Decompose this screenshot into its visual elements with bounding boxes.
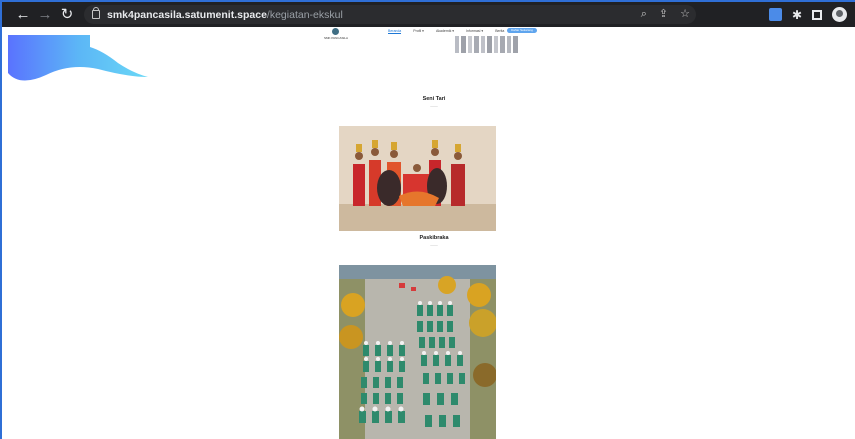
school-logo[interactable] (332, 28, 339, 35)
extension-icon[interactable] (769, 8, 782, 21)
url-host: smk4pancasila.satumenit.space (107, 8, 267, 21)
back-arrow-icon[interactable]: ← (12, 2, 34, 27)
web-page: SMK PANCASILA Beranda Profil ▾ Akademik … (2, 27, 855, 439)
menu-item-beranda[interactable]: Beranda (388, 29, 402, 34)
section-subtitle: ——— (430, 105, 438, 108)
menu-item-akademik[interactable]: Akademik ▾ (436, 29, 454, 34)
register-button[interactable]: Daftar Sekarang (507, 28, 537, 33)
dance-photo (339, 126, 496, 231)
browser-toolbar: ← → ↻ smk4pancasila.satumenit.space/kegi… (2, 2, 855, 27)
previous-activity-photo (453, 36, 523, 54)
logo-text: SMK PANCASILA (324, 36, 348, 40)
menu-item-profil[interactable]: Profil ▾ (413, 29, 424, 34)
paskibraka-photo (339, 265, 496, 439)
section-title-seni-tari: Seni Tari (422, 96, 446, 102)
share-icon[interactable]: ⇪ (659, 5, 668, 24)
puzzle-icon[interactable]: ✱ (792, 8, 802, 22)
address-bar[interactable]: smk4pancasila.satumenit.space/kegiatan-e… (84, 5, 696, 24)
forward-arrow-icon[interactable]: → (34, 2, 56, 27)
section-subtitle: ——— (430, 244, 438, 247)
section-title-paskibraka: Paskibraka (419, 235, 449, 241)
reload-icon[interactable]: ↻ (56, 2, 78, 27)
main-menu: Beranda Profil ▾ Akademik ▾ Informasi ▾ … (388, 29, 504, 34)
menu-item-berita[interactable]: Berita (495, 29, 504, 34)
decorative-wave (8, 35, 148, 81)
star-icon[interactable]: ☆ (680, 5, 690, 24)
site-header: SMK PANCASILA Beranda Profil ▾ Akademik … (2, 27, 855, 41)
lock-icon[interactable] (92, 7, 100, 19)
side-panel-icon[interactable] (812, 9, 823, 20)
menu-item-informasi[interactable]: Informasi ▾ (466, 29, 483, 34)
profile-avatar-icon[interactable] (832, 7, 848, 22)
zoom-icon[interactable]: ⌕ (641, 5, 647, 24)
url-path: /kegiatan-ekskul (266, 8, 343, 21)
